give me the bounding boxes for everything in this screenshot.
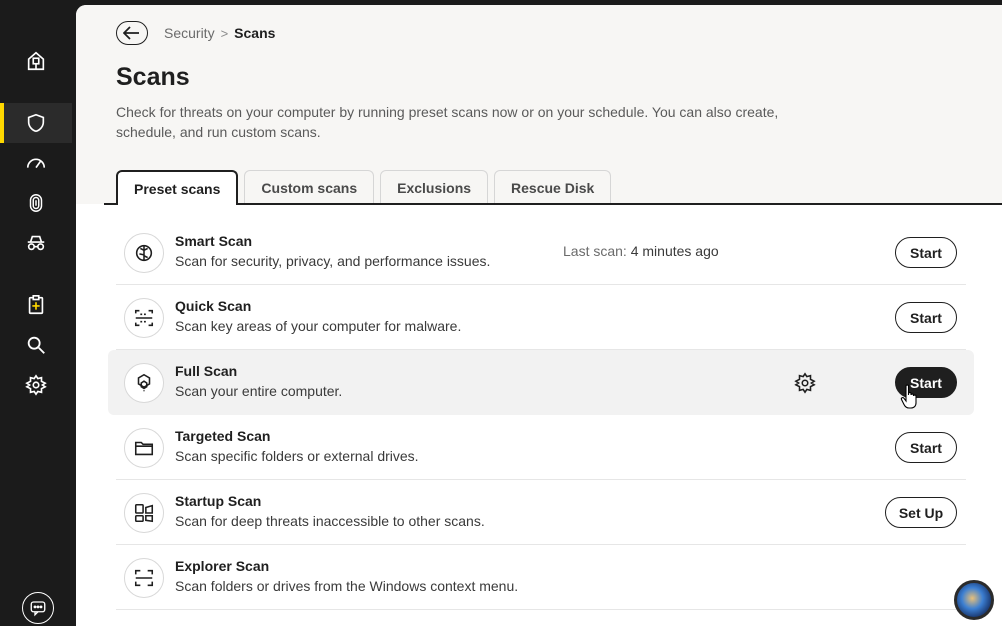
shield-icon [27,113,45,133]
targeted-scan-start-button[interactable]: Start [895,432,957,463]
smart-scan-icon [124,233,164,273]
folder-icon [124,428,164,468]
scan-row-smart[interactable]: Smart Scan Scan for security, privacy, a… [116,220,966,285]
search-nav-item[interactable] [0,325,72,365]
breadcrumb-parent[interactable]: Security [164,25,215,41]
tab-bar: Preset scans Custom scans Exclusions Res… [116,170,612,205]
full-scan-icon [124,363,164,403]
breadcrumb: Security > Scans [164,25,275,41]
tab-rescue-disk[interactable]: Rescue Disk [494,170,612,205]
breadcrumb-separator: > [220,25,229,41]
startup-scan-icon [124,493,164,533]
home-icon [27,51,45,71]
back-button[interactable] [116,21,148,45]
assistant-orb-button[interactable] [954,580,994,620]
quick-scan-start-button[interactable]: Start [895,302,957,333]
fingerprint-icon [29,194,43,212]
scan-title: Quick Scan [175,298,252,314]
sidebar [0,0,76,626]
last-scan-label: Last scan: [563,243,627,259]
scan-row-startup[interactable]: Startup Scan Scan for deep threats inacc… [116,480,966,545]
scan-row-full[interactable]: Full Scan Scan your entire computer. Sta… [108,350,974,415]
scan-description: Scan for deep threats inaccessible to ot… [175,513,485,529]
page-header: Security > Scans Scans Check for threats… [76,5,1002,205]
scan-description: Scan key areas of your computer for malw… [175,318,462,334]
incognito-icon [27,235,45,251]
security-nav-item[interactable] [0,103,72,143]
quick-scan-icon [124,298,164,338]
scan-description: Scan specific folders or external drives… [175,448,419,464]
scan-description: Scan for security, privacy, and performa… [175,253,491,269]
hand-cursor-icon [900,384,917,409]
clipboard-nav-item[interactable] [0,285,72,325]
performance-nav-item[interactable] [0,143,72,183]
main-panel: Security > Scans Scans Check for threats… [76,5,1002,626]
speedometer-icon [26,158,46,169]
scan-title: Startup Scan [175,493,262,509]
breadcrumb-current: Scans [234,25,276,41]
startup-scan-setup-button[interactable]: Set Up [885,497,957,528]
scan-description: Scan folders or drives from the Windows … [175,578,519,594]
scan-title: Smart Scan [175,233,253,249]
scan-row-explorer[interactable]: Explorer Scan Scan folders or drives fro… [116,545,966,610]
scan-title: Targeted Scan [175,428,271,444]
scan-row-quick[interactable]: Quick Scan Scan key areas of your comput… [116,285,966,350]
explorer-scan-icon [124,558,164,598]
tab-custom-scans[interactable]: Custom scans [244,170,375,205]
scan-title: Full Scan [175,363,238,379]
tab-exclusions[interactable]: Exclusions [380,170,489,205]
chat-icon [30,601,46,617]
privacy-nav-item[interactable] [0,183,72,223]
search-icon [27,336,45,354]
tab-underline [104,203,1002,205]
page-description: Check for threats on your computer by ru… [116,104,779,140]
last-scan-value: 4 minutes ago [630,243,719,259]
chat-button[interactable] [22,592,54,624]
page-title: Scans [116,63,190,91]
smart-scan-start-button[interactable]: Start [895,237,957,268]
arrow-left-icon [123,26,139,40]
scan-row-targeted[interactable]: Targeted Scan Scan specific folders or e… [116,415,966,480]
app-window: Security > Scans Scans Check for threats… [0,0,1002,626]
settings-nav-item[interactable] [0,365,72,405]
scan-settings-gear-icon[interactable] [794,372,816,394]
last-scan-info: Last scan: 4 minutes ago [563,243,719,259]
home-nav-item[interactable] [0,41,72,81]
clipboard-plus-icon [28,295,44,315]
scan-title: Explorer Scan [175,558,270,574]
scan-description: Scan your entire computer. [175,383,343,399]
tab-preset-scans[interactable]: Preset scans [116,170,239,205]
anonymity-nav-item[interactable] [0,223,72,263]
gear-icon [25,374,47,396]
